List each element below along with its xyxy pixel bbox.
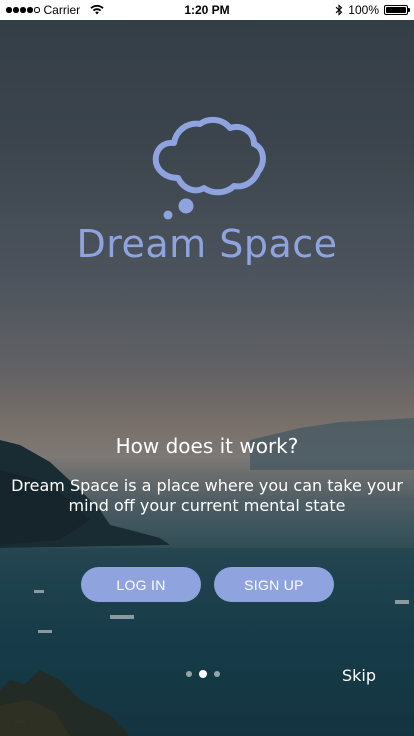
battery-percent: 100% <box>348 3 379 17</box>
landscape-scene <box>0 0 414 736</box>
onboarding-description: Dream Space is a place where you can tak… <box>11 476 403 515</box>
status-bar: Carrier 1:20 PM 100% <box>0 0 414 20</box>
thought-cloud-icon <box>152 116 266 220</box>
status-right: 100% <box>335 0 410 20</box>
page-dot-3[interactable] <box>214 671 220 677</box>
onboarding-screen: Carrier 1:20 PM 100% Dream Space How doe… <box>0 0 414 736</box>
skip-button[interactable]: Skip <box>342 666 376 685</box>
login-button[interactable]: LOG IN <box>81 567 201 602</box>
onboarding-headline: How does it work? <box>115 434 299 458</box>
page-dot-1[interactable] <box>186 671 192 677</box>
page-indicator <box>186 670 220 678</box>
signup-button[interactable]: SIGN UP <box>214 567 334 602</box>
brand-name: Dream Space <box>76 222 338 266</box>
battery-icon <box>384 5 410 15</box>
bluetooth-icon <box>335 4 343 16</box>
page-dot-2[interactable] <box>199 670 207 678</box>
